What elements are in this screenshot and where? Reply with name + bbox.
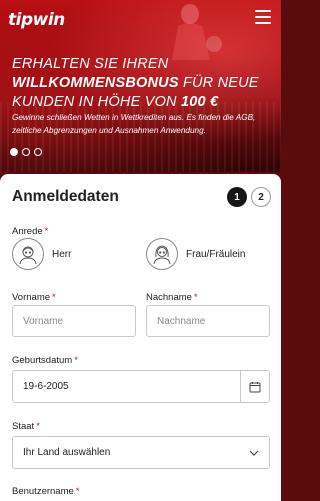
carousel-dot-1[interactable] (10, 148, 18, 156)
country-label: Staat * (12, 421, 40, 432)
first-name-field[interactable] (12, 305, 136, 337)
birthdate-label: Geburtsdatum * (12, 355, 78, 366)
tipwin-logo[interactable]: tipwin (8, 10, 65, 30)
step-indicator-2[interactable]: 2 (251, 187, 271, 207)
salutation-frau-label: Frau/Fräulein (186, 248, 246, 260)
headline-line-2: für neue (178, 75, 259, 91)
salutation-option-herr[interactable]: Herr (12, 238, 71, 270)
required-mark: * (44, 226, 49, 237)
last-name-field[interactable] (146, 305, 270, 337)
headline-line-1: Erhalten Sie Ihren (12, 56, 169, 72)
headline-amount: 100 € (180, 94, 219, 110)
salutation-herr-label: Herr (52, 248, 72, 260)
promo-banner[interactable]: tipwin Erhalten Sie Ihren Willkommensbon… (0, 0, 281, 172)
male-avatar-icon (12, 238, 44, 270)
birthdate-field[interactable]: 19-6-2005 (12, 370, 270, 403)
form-title: Anmeldedaten (12, 188, 119, 205)
country-select[interactable]: Ihr Land auswählen (12, 436, 270, 469)
hamburger-menu-icon[interactable] (255, 10, 271, 24)
headline-line-3: Kunden in Höhe von (12, 94, 181, 110)
country-select-value: Ihr Land auswählen (23, 447, 111, 458)
female-avatar-icon (146, 238, 178, 270)
promo-headline: Erhalten Sie Ihren Willkommensbonus für … (12, 55, 274, 112)
salutation-label: Anrede * (12, 226, 49, 237)
promo-terms-text: Gewinne schließen Wetten in Wettkrediten… (12, 113, 256, 135)
headline-bonus: Willkommensbonus (12, 75, 179, 91)
salutation-option-frau[interactable]: Frau/Fräulein (146, 238, 245, 270)
carousel-indicators (10, 148, 42, 156)
birthdate-value[interactable]: 19-6-2005 (13, 381, 240, 392)
username-label: Benutzername * (12, 486, 80, 497)
first-name-label: Vorname * (12, 292, 56, 303)
carousel-dot-2[interactable] (22, 148, 30, 156)
carousel-dot-3[interactable] (34, 148, 42, 156)
last-name-label: Nachname * (146, 292, 198, 303)
football-player-graphic (172, 4, 222, 60)
registration-form: Anmeldedaten 1 2 Anrede * Herr Frau/Fräul… (0, 174, 281, 501)
chevron-down-icon (249, 450, 259, 456)
step-indicator-1: 1 (227, 187, 247, 207)
calendar-icon[interactable] (241, 371, 269, 402)
